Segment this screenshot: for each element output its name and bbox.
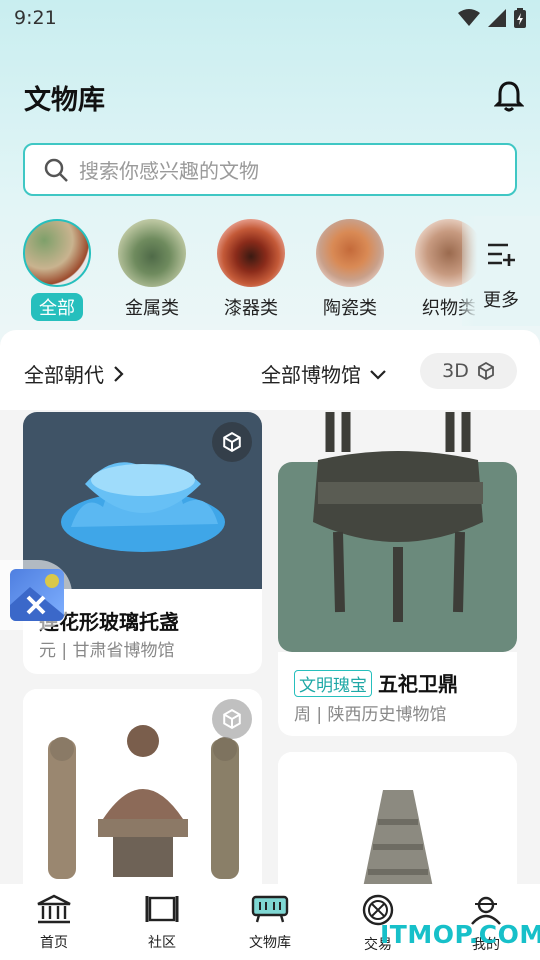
artifact-card[interactable]: 莲花形玻璃托盏 元 | 甘肃省博物馆 <box>23 412 262 674</box>
artifact-image <box>23 412 262 589</box>
treasure-tag: 文明瑰宝 <box>294 670 372 697</box>
artifact-image <box>278 412 517 652</box>
category-all-image <box>23 219 91 287</box>
artifact-card[interactable]: 文明瑰宝 五祀卫鼎 周 | 陕西历史博物馆 <box>278 412 517 736</box>
museum-filter[interactable]: 全部博物馆 <box>261 359 387 388</box>
page-title: 文物库 <box>24 85 105 116</box>
tab-label: 首页 <box>40 935 68 951</box>
tab-label: 社区 <box>148 935 176 951</box>
search-icon <box>44 158 68 182</box>
cube-icon <box>477 362 494 380</box>
category-label: 全部 <box>31 293 83 321</box>
artifact-image <box>278 752 517 890</box>
artifact-title: 五祀卫鼎 <box>378 672 458 696</box>
tab-label: 文物库 <box>249 935 291 951</box>
tab-artifacts[interactable]: 文物库 <box>216 884 324 960</box>
cube-icon <box>223 709 241 729</box>
museum-icon <box>37 894 71 924</box>
dynasty-filter[interactable]: 全部朝代 <box>24 359 124 388</box>
artifact-card[interactable] <box>278 752 517 890</box>
category-row: 全部 金属类 漆器类 陶瓷类 织物类 更多 <box>0 216 540 326</box>
status-icons <box>458 8 526 28</box>
list-add-icon <box>488 243 515 266</box>
cauldron-icon <box>251 895 289 923</box>
category-metal[interactable]: 金属类 <box>107 216 197 321</box>
three-d-badge <box>212 422 252 462</box>
artifact-image <box>23 689 262 890</box>
three-d-badge <box>212 699 252 739</box>
category-ceramic[interactable]: 陶瓷类 <box>305 216 395 321</box>
status-bar: 9:21 <box>0 0 540 36</box>
bell-icon[interactable] <box>493 80 525 116</box>
more-label: 更多 <box>483 290 519 311</box>
category-label: 金属类 <box>125 298 179 319</box>
wifi-icon <box>458 9 480 26</box>
bronze-ding-image <box>278 412 517 652</box>
chevron-right-icon <box>114 365 124 382</box>
category-lacquer-image <box>217 219 285 287</box>
dynasty-filter-label: 全部朝代 <box>24 363 104 387</box>
scroll-icon <box>145 896 179 922</box>
category-lacquer[interactable]: 漆器类 <box>206 216 296 321</box>
artifact-list: 全部朝代 全部博物馆 3D 莲花形玻璃托盏 元 | 甘肃省博物馆 文明瑰宝 五祀… <box>0 330 540 890</box>
stone-artifact-image <box>362 790 434 890</box>
image-placeholder-icon <box>10 569 64 621</box>
artifact-title-row: 文明瑰宝 五祀卫鼎 <box>294 668 458 697</box>
tab-community[interactable]: 社区 <box>108 884 216 960</box>
cube-icon <box>223 432 241 452</box>
search-placeholder: 搜索你感兴趣的文物 <box>79 159 259 183</box>
category-label: 漆器类 <box>224 298 278 319</box>
search-input[interactable]: 搜索你感兴趣的文物 <box>23 143 517 196</box>
artifact-subtitle: 元 | 甘肃省博物馆 <box>39 641 175 661</box>
page-header: 文物库 <box>24 78 525 117</box>
battery-icon <box>514 8 526 28</box>
three-d-label: 3D <box>442 360 469 382</box>
three-d-filter-button[interactable]: 3D <box>420 353 517 389</box>
museum-filter-label: 全部博物馆 <box>261 363 361 387</box>
category-metal-image <box>118 219 186 287</box>
filter-bar: 全部朝代 全部博物馆 3D <box>0 330 540 410</box>
more-categories-button[interactable]: 更多 <box>462 216 540 326</box>
category-label: 陶瓷类 <box>323 298 377 319</box>
status-time: 9:21 <box>14 7 57 29</box>
artifact-info: 文明瑰宝 五祀卫鼎 周 | 陕西历史博物馆 <box>278 652 517 736</box>
chevron-down-icon <box>370 369 386 380</box>
artifact-card[interactable] <box>23 689 262 890</box>
signal-icon <box>488 9 506 27</box>
watermark: ITMOP.COM <box>380 920 540 949</box>
category-all[interactable]: 全部 <box>12 216 102 321</box>
floating-assistant-button[interactable] <box>0 560 72 630</box>
artifact-subtitle: 周 | 陕西历史博物馆 <box>294 705 447 725</box>
category-ceramic-image <box>316 219 384 287</box>
tab-home[interactable]: 首页 <box>0 884 108 960</box>
